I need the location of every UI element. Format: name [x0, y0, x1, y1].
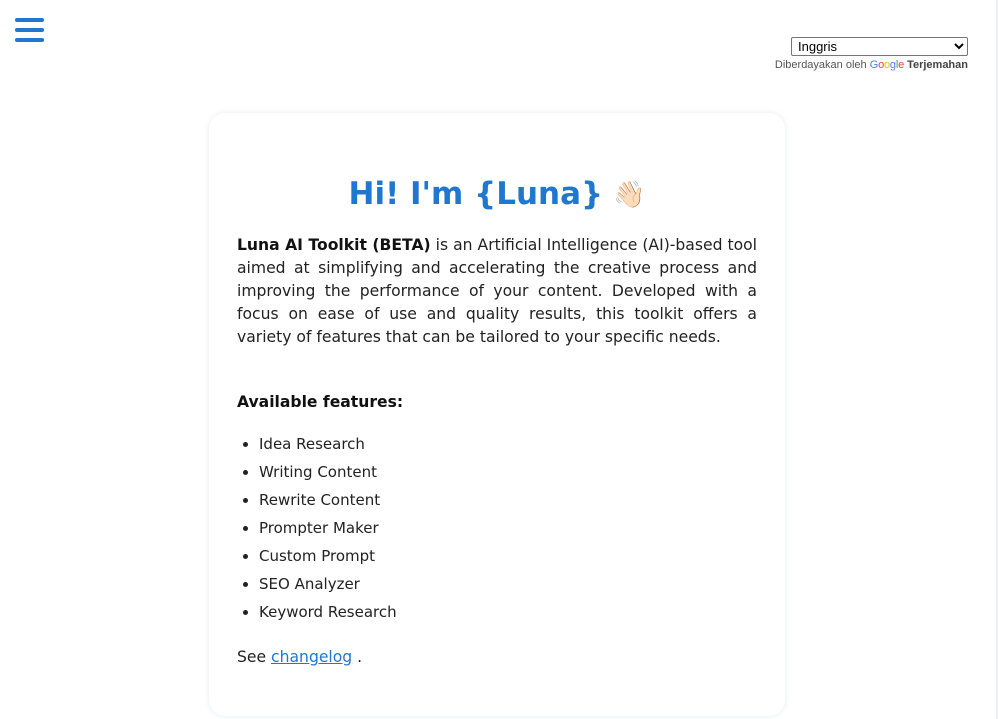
see-suffix: .	[352, 648, 363, 666]
page-title: Hi! I'm {Luna} 👋🏻	[237, 113, 757, 212]
feature-item: Keyword Research	[259, 598, 757, 626]
see-prefix: See	[237, 648, 272, 666]
changelog-line: See changelog .	[237, 646, 757, 669]
features-heading: Available features:	[237, 393, 404, 411]
powered-by-label: Diberdayakan oleh	[774, 59, 867, 71]
toolkit-name: Luna AI Toolkit (BETA)	[237, 236, 431, 254]
feature-item: Custom Prompt	[259, 542, 757, 570]
menu-bar	[15, 28, 44, 32]
feature-item: Idea Research	[259, 430, 757, 458]
title-text: Hi! I'm {Luna}	[348, 176, 604, 212]
language-select[interactable]: Inggris	[791, 37, 968, 56]
feature-item: Rewrite Content	[259, 486, 757, 514]
powered-by-google: Diberdayakan oleh Google Terjemahan	[758, 59, 968, 71]
intro-paragraph: Luna AI Toolkit (BETA) is an Artificial …	[237, 234, 757, 349]
feature-item: Writing Content	[259, 458, 757, 486]
hamburger-menu-icon[interactable]	[15, 17, 45, 45]
feature-item: Prompter Maker	[259, 514, 757, 542]
waving-hand-icon: 👋🏻	[613, 180, 646, 210]
intro-card: Hi! I'm {Luna} 👋🏻 Luna AI Toolkit (BETA) …	[209, 113, 785, 716]
changelog-link[interactable]: changelog	[271, 648, 352, 666]
feature-item: SEO Analyzer	[259, 570, 757, 598]
menu-bar	[15, 38, 44, 42]
translate-link[interactable]: Terjemahan	[907, 59, 968, 71]
page: Inggris Diberdayakan oleh Google Terjema…	[0, 0, 998, 719]
menu-bar	[15, 18, 44, 22]
google-logo: Google	[869, 59, 904, 71]
features-list: Idea Research Writing Content Rewrite Co…	[237, 430, 757, 626]
google-translate-widget: Inggris Diberdayakan oleh Google Terjema…	[758, 36, 968, 71]
